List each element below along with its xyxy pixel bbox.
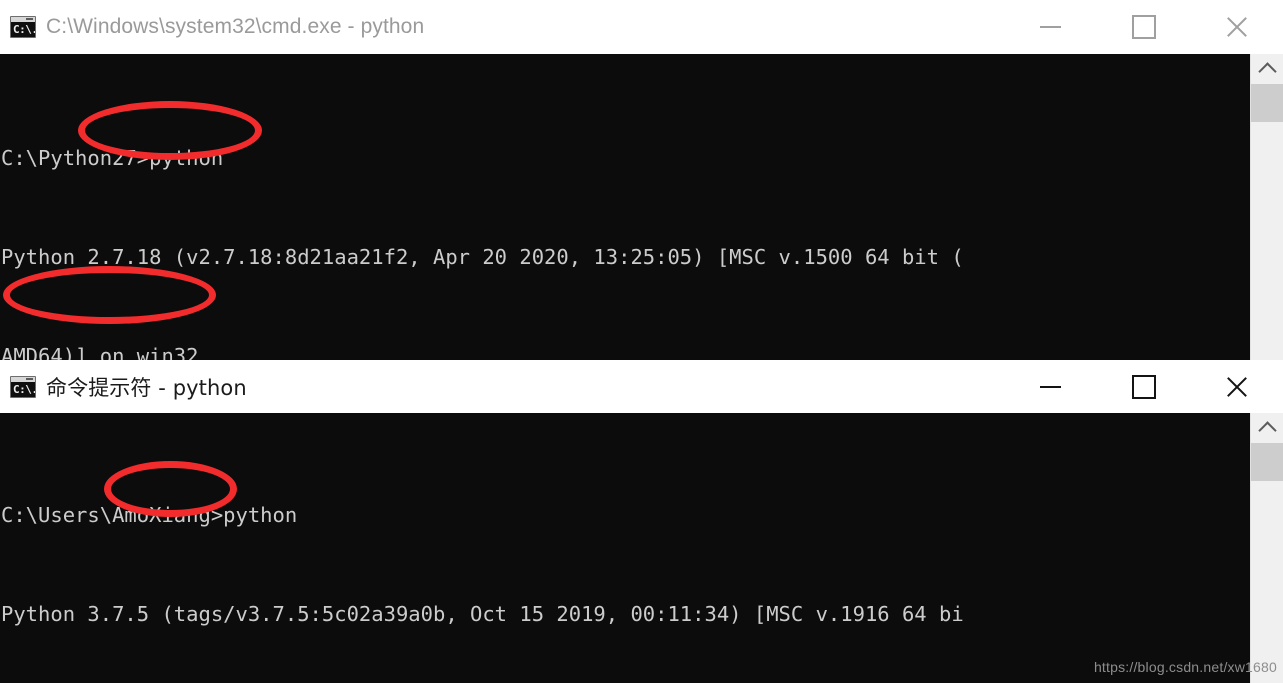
- maximize-button-python375[interactable]: [1097, 361, 1190, 413]
- caption-buttons-python27: [1004, 0, 1283, 54]
- console-window-python375[interactable]: C:\. 命令提示符 - python C:\Users\AmoXiang>py…: [0, 361, 1283, 683]
- minimize-button-python375[interactable]: [1004, 361, 1097, 413]
- scrollbar-thumb-python27[interactable]: [1251, 84, 1283, 122]
- console-window-python27[interactable]: C:\. C:\Windows\system32\cmd.exe - pytho…: [0, 0, 1283, 360]
- watermark-url: https://blog.csdn.net/xw1680: [1093, 659, 1277, 675]
- maximize-icon: [1131, 15, 1156, 39]
- scrollbar-thumb-python375[interactable]: [1251, 443, 1283, 481]
- scroll-up-arrow-python375[interactable]: [1251, 413, 1283, 443]
- maximize-icon: [1131, 375, 1156, 399]
- close-button-python375[interactable]: [1190, 361, 1283, 413]
- caption-buttons-python375: [1004, 361, 1283, 413]
- scrollbar-python375[interactable]: [1250, 413, 1283, 683]
- titlebar-python27[interactable]: C:\. C:\Windows\system32\cmd.exe - pytho…: [0, 0, 1283, 54]
- scroll-up-arrow-python27[interactable]: [1251, 54, 1283, 84]
- cmd-icon-glyph: C:\.: [13, 23, 36, 36]
- cmd-icon-glyph: C:\.: [13, 383, 36, 396]
- minimize-icon: [1040, 26, 1061, 28]
- console-output-python375[interactable]: C:\Users\AmoXiang>python Python 3.7.5 (t…: [0, 413, 1283, 683]
- console-line: C:\Users\AmoXiang>python: [1, 503, 298, 527]
- console-line: AMD64)] on win32: [1, 344, 199, 360]
- cmd-console-icon: C:\.: [10, 16, 36, 38]
- titlebar-python375[interactable]: C:\. 命令提示符 - python: [0, 361, 1283, 413]
- console-text-python375: C:\Users\AmoXiang>python Python 3.7.5 (t…: [0, 413, 1250, 683]
- console-line: Python 3.7.5 (tags/v3.7.5:5c02a39a0b, Oc…: [1, 602, 964, 626]
- maximize-button-python27[interactable]: [1097, 0, 1190, 54]
- minimize-icon: [1040, 386, 1061, 388]
- minimize-button-python27[interactable]: [1004, 0, 1097, 54]
- console-text-python27: C:\Python27>python Python 2.7.18 (v2.7.1…: [0, 54, 1250, 360]
- cmd-console-icon: C:\.: [10, 376, 36, 398]
- window-title-python375: 命令提示符 - python: [46, 376, 247, 400]
- console-output-python27[interactable]: C:\Python27>python Python 2.7.18 (v2.7.1…: [0, 54, 1283, 360]
- scrollbar-python27[interactable]: [1250, 54, 1283, 360]
- close-icon: [1224, 374, 1250, 400]
- close-icon: [1224, 14, 1250, 40]
- console-line: C:\Python27>python: [1, 146, 224, 170]
- window-title-python27: C:\Windows\system32\cmd.exe - python: [46, 15, 425, 38]
- close-button-python27[interactable]: [1190, 0, 1283, 54]
- console-line: Python 2.7.18 (v2.7.18:8d21aa21f2, Apr 2…: [1, 245, 964, 269]
